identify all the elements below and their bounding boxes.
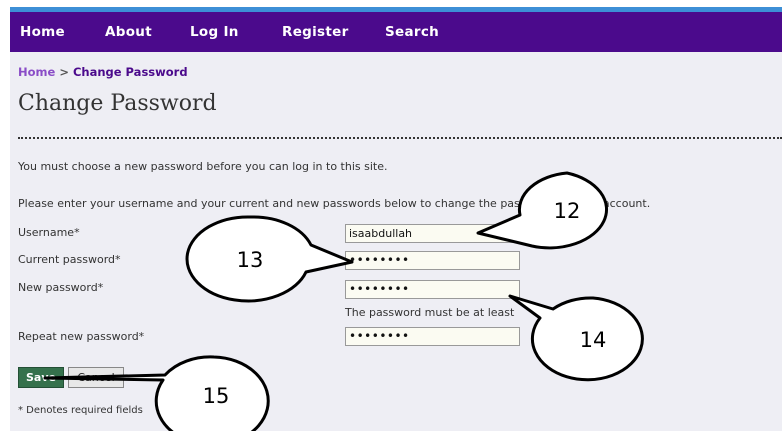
repeat-password-label: Repeat new password* xyxy=(18,330,145,343)
cancel-button[interactable]: Cancel xyxy=(68,367,124,388)
nav-home-link[interactable]: Home xyxy=(20,24,65,40)
breadcrumb-home-link[interactable]: Home xyxy=(18,65,55,79)
breadcrumb-current: Change Password xyxy=(72,65,188,79)
current-password-label: Current password* xyxy=(18,253,121,266)
new-password-input[interactable]: •••••••• xyxy=(345,280,520,299)
username-input[interactable]: isaabdullah xyxy=(345,224,520,243)
intro-text: You must choose a new password before yo… xyxy=(18,160,388,173)
breadcrumb: Home > Change Password xyxy=(18,65,188,79)
title-divider xyxy=(18,137,782,139)
nav-about-link[interactable]: About xyxy=(105,24,152,40)
current-password-input[interactable]: •••••••• xyxy=(345,251,520,270)
username-label: Username* xyxy=(18,226,80,239)
instructions-text: Please enter your username and your curr… xyxy=(18,197,651,210)
breadcrumb-separator: > xyxy=(59,65,69,79)
password-hint: The password must be at least xyxy=(345,306,515,319)
nav-login-link[interactable]: Log In xyxy=(190,24,239,40)
new-password-label: New password* xyxy=(18,281,104,294)
page-title: Change Password xyxy=(18,91,217,116)
save-button[interactable]: Save xyxy=(18,367,64,388)
required-fields-note: * Denotes required fields xyxy=(18,405,143,416)
page-container: Home About Log In Register Search Home > C… xyxy=(10,7,782,431)
nav-search-link[interactable]: Search xyxy=(385,24,439,40)
repeat-password-input[interactable]: •••••••• xyxy=(345,327,520,346)
nav-register-link[interactable]: Register xyxy=(282,24,349,40)
main-navigation: Home About Log In Register Search xyxy=(10,12,782,52)
